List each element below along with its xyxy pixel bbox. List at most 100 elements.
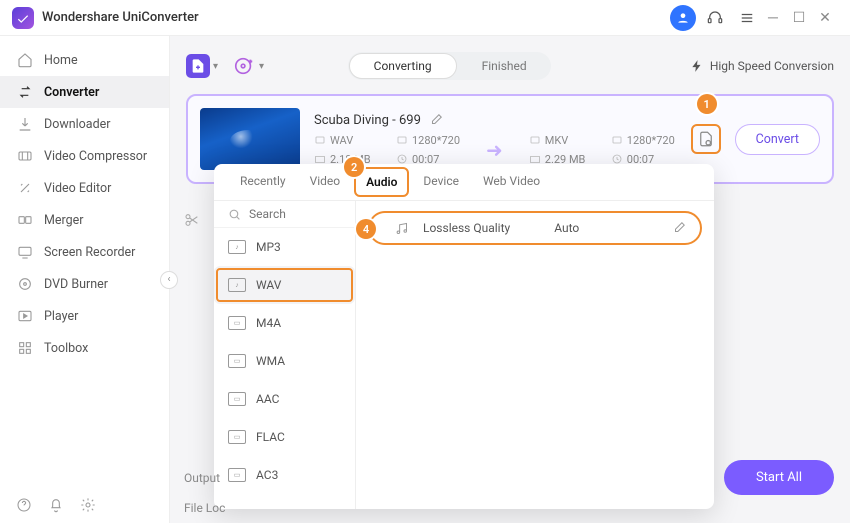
convert-label: Convert [756,132,799,147]
dst-res: 1280*720 [627,134,675,147]
file-icon: ▭ [228,430,246,444]
high-speed-toggle[interactable]: High Speed Conversion [690,59,834,73]
format-m4a[interactable]: ▭M4A [214,304,355,342]
home-icon [16,51,34,69]
minimize-button[interactable]: ─ [760,5,786,31]
format-popup: Recently Video Audio 2 Device Web Video … [214,164,714,509]
format-label: WMA [256,354,285,368]
src-res: 1280*720 [412,134,460,147]
sidebar-item-home[interactable]: Home [0,44,169,76]
format-label: WAV [256,278,281,292]
sidebar-item-label: Player [44,309,78,324]
sidebar-item-converter[interactable]: Converter [0,76,169,108]
callout-2: 2 [344,157,364,177]
player-icon [16,307,34,325]
sidebar-item-label: DVD Burner [44,277,108,292]
convert-button[interactable]: Convert [735,124,820,155]
file-icon: ▭ [228,316,246,330]
chevron-down-icon: ▾ [213,61,218,72]
sidebar-item-label: Screen Recorder [44,245,135,260]
popup-tab-device[interactable]: Device [411,164,471,200]
sidebar-item-label: Converter [44,85,99,100]
app-title: Wondershare UniConverter [42,10,199,25]
popup-tab-audio[interactable]: Audio 2 [354,167,409,197]
format-label: AAC [256,392,279,406]
toolbox-icon [16,339,34,357]
lightning-icon [690,59,704,73]
start-all-button[interactable]: Start All [724,460,834,495]
tab-label: Video [310,174,341,188]
dst-format: MKV [545,134,569,147]
add-files-button[interactable]: ▾ [186,54,218,78]
support-icon[interactable] [702,5,728,31]
sidebar-item-merger[interactable]: Merger [0,204,169,236]
tab-converting[interactable]: Converting [349,53,457,79]
file-plus-icon [186,54,210,78]
toolbar: ▾ ▾ Converting Finished High Speed Conve… [186,48,834,84]
converter-icon [16,83,34,101]
disc-plus-icon [232,54,256,78]
music-icon [394,221,409,236]
downloader-icon [16,115,34,133]
start-all-label: Start All [756,470,802,485]
format-aac[interactable]: ▭ AAC [214,380,355,418]
output-settings-button[interactable] [691,124,721,154]
sidebar-item-label: Toolbox [44,341,88,356]
preset-quality: Lossless Quality [423,221,510,235]
close-button[interactable]: ✕ [812,5,838,31]
sidebar-item-label: Merger [44,213,84,228]
maximize-button[interactable]: ☐ [786,5,812,31]
burner-icon [16,275,34,293]
account-icon[interactable] [670,5,696,31]
search-icon [228,208,241,221]
sidebar-item-player[interactable]: Player [0,300,169,332]
preset-edit-icon[interactable] [672,221,686,235]
sidebar-item-compressor[interactable]: Video Compressor [0,140,169,172]
sidebar-item-burner[interactable]: DVD Burner [0,268,169,300]
file-icon: ▭ [228,392,246,406]
file-title: Scuba Diving - 699 [314,113,421,128]
format-search-input[interactable] [249,207,335,221]
help-icon[interactable] [16,497,32,513]
format-label: MP3 [256,240,281,254]
editor-icon [16,179,34,197]
sidebar-item-toolbox[interactable]: Toolbox [0,332,169,364]
format-wma[interactable]: ▭ WMA [214,342,355,380]
output-label: Output [184,471,220,485]
format-wav[interactable]: 3 ♪WAV [214,266,355,304]
gear-icon[interactable] [80,497,96,513]
merger-icon [16,211,34,229]
tab-label: Recently [240,174,286,188]
tab-label: Web Video [483,174,540,188]
sidebar-item-label: Video Editor [44,181,111,196]
bell-icon[interactable] [48,497,64,513]
tab-label: Device [423,174,459,188]
file-icon: ▭ [228,354,246,368]
sidebar-item-recorder[interactable]: Screen Recorder [0,236,169,268]
sidebar-item-downloader[interactable]: Downloader [0,108,169,140]
tab-label: Converting [374,59,432,73]
format-flac[interactable]: ▭FLAC [214,418,355,456]
rename-icon[interactable] [429,113,443,127]
format-mp3[interactable]: ♪ MP3 [214,228,355,266]
preset-rate: Auto [554,221,579,235]
add-dvd-button[interactable]: ▾ [232,54,264,78]
sidebar: Home Converter Downloader Video Compress… [0,36,170,523]
sidebar-item-label: Home [44,53,78,68]
menu-icon[interactable] [734,5,760,31]
high-speed-label: High Speed Conversion [710,59,834,73]
arrow-right-icon: ➜ [486,138,503,162]
tab-label: Audio [366,175,397,189]
sidebar-item-label: Downloader [44,117,111,132]
popup-tab-webvideo[interactable]: Web Video [471,164,552,200]
src-format: WAV [330,134,353,147]
footer: Output Start All File Loc [184,460,834,515]
tab-finished[interactable]: Finished [458,52,551,80]
popup-tab-recently[interactable]: Recently [228,164,298,200]
disc-icon: ♪ [228,240,246,254]
tab-label: Finished [482,59,527,73]
sidebar-item-editor[interactable]: Video Editor [0,172,169,204]
scissors-icon[interactable] [184,212,200,228]
video-thumbnail[interactable] [200,108,300,170]
preset-lossless[interactable]: 4 Lossless Quality Auto [368,211,702,245]
